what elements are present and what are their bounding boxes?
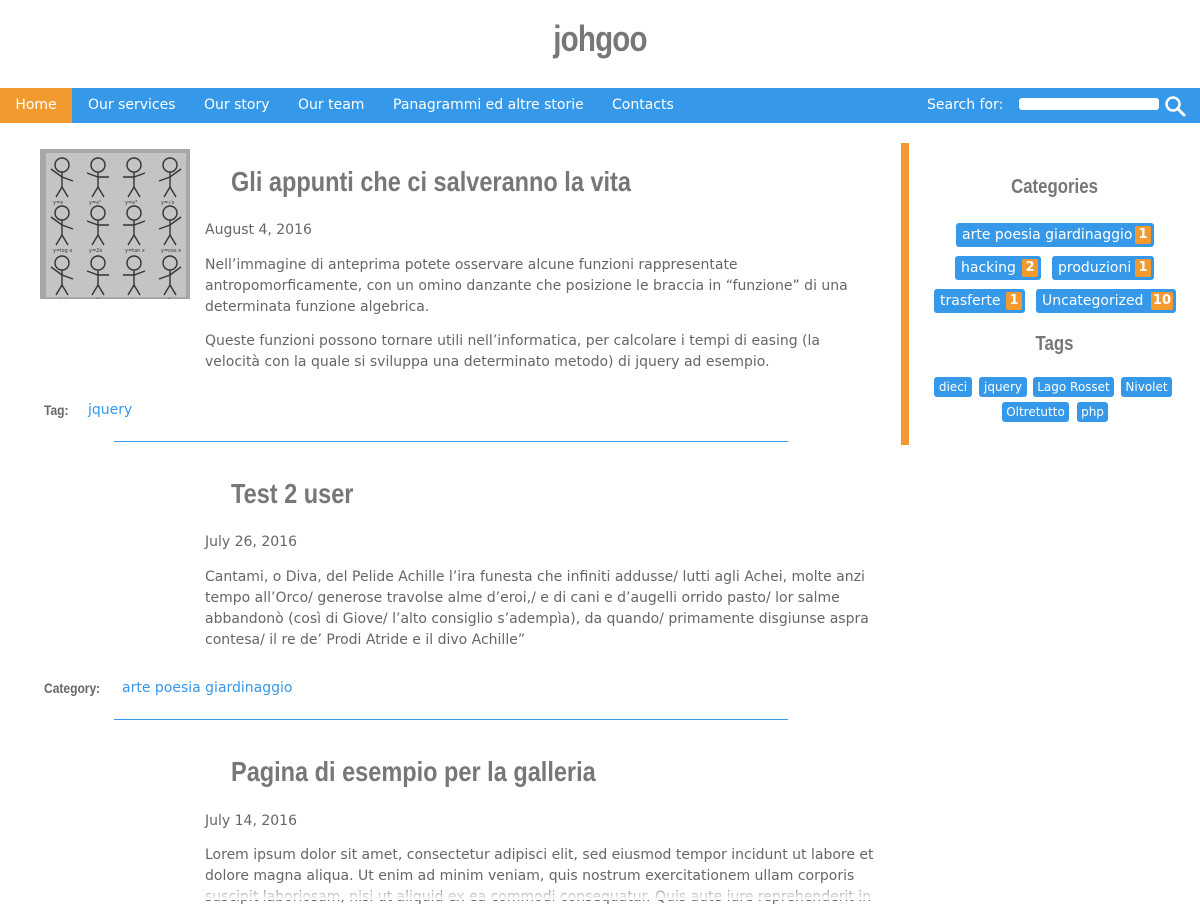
nav-item-our-services[interactable]: Our services — [88, 88, 176, 123]
post-title[interactable]: Gli appunti che ci salveranno la vita — [231, 166, 631, 198]
category-pill[interactable]: hacking 2 — [955, 256, 1041, 280]
post-date: August 4, 2016 — [205, 222, 312, 238]
tag-pill[interactable]: Oltretutto — [1002, 402, 1069, 422]
category-count-badge: 10 — [1150, 292, 1173, 310]
thumbnail-function-label: y=2x — [89, 248, 102, 254]
post-divider — [114, 719, 788, 720]
thumbnail-function-label: y=log x — [53, 248, 72, 254]
tags-heading: Tags — [1035, 333, 1074, 355]
category-name: trasferte — [940, 293, 1001, 309]
thumbnail-function-label: y=cos x — [161, 248, 181, 254]
category-pill[interactable]: trasferte 1 — [934, 289, 1025, 313]
thumbnail-function-label: y=x² — [89, 200, 101, 206]
nav-item-our-team[interactable]: Our team — [298, 88, 364, 123]
tag-pill[interactable]: Nivolet — [1121, 377, 1172, 397]
tag-pill[interactable]: Lago Rosset — [1033, 377, 1114, 397]
post-date: July 14, 2016 — [205, 813, 297, 829]
tag-pill[interactable]: jquery — [979, 377, 1027, 397]
post-title[interactable]: Pagina di esempio per la galleria — [231, 756, 596, 788]
tag-pill[interactable]: php — [1077, 402, 1108, 422]
category-name: arte poesia giardinaggio — [962, 227, 1133, 243]
post-category-link[interactable]: arte poesia giardinaggio — [122, 680, 293, 696]
category-count-badge: 1 — [1135, 259, 1151, 277]
thumbnail-function-label: y=|x| — [53, 298, 67, 299]
category-name: hacking — [961, 260, 1016, 276]
nav-item-home[interactable]: Home — [0, 88, 72, 123]
thumbnail-function-label: y=x — [53, 200, 63, 206]
thumbnail-function-label: y=tan x — [125, 248, 145, 254]
thumbnail-function-label: y=1/x — [89, 298, 104, 299]
post-paragraph: Queste funzioni possono tornare utili ne… — [205, 333, 820, 370]
sidebar-accent-bar — [901, 143, 909, 445]
post-divider — [114, 441, 788, 442]
post-paragraph: Nell’immagine di anteprima potete osserv… — [205, 257, 848, 315]
thumbnail-function-label: y=ln x — [125, 298, 141, 299]
category-pill[interactable]: Uncategorized 10 — [1036, 289, 1176, 313]
category-count-badge: 1 — [1135, 226, 1151, 244]
post-tag-link[interactable]: jquery — [88, 402, 132, 418]
search-icon[interactable] — [1164, 95, 1186, 117]
main-navigation: Home Our services Our story Our team Pan… — [0, 88, 1200, 123]
categories-heading: Categories — [1011, 176, 1098, 198]
post-date: July 26, 2016 — [205, 534, 297, 550]
category-name: produzioni — [1058, 260, 1132, 276]
thumbnail-function-label: y=x³ — [125, 200, 137, 206]
search-label: Search for: — [927, 97, 1004, 113]
post-title[interactable]: Test 2 user — [231, 478, 353, 510]
category-pill[interactable]: arte poesia giardinaggio 1 — [956, 223, 1154, 247]
post-paragraph: Cantami, o Diva, del Pelide Achille l’ir… — [205, 569, 869, 648]
category-name: Uncategorized — [1042, 293, 1144, 309]
post-thumbnail-image[interactable]: y=x y=x² y=x³ y=√x y=log x y=2x y=tan x y=cos x… — [40, 149, 190, 299]
nav-item-our-story[interactable]: Our story — [204, 88, 270, 123]
category-count-badge: 2 — [1022, 259, 1038, 277]
category-count-badge: 1 — [1006, 292, 1022, 310]
post-tag-label: Tag: — [44, 402, 69, 418]
nav-item-contacts[interactable]: Contacts — [612, 88, 674, 123]
site-title[interactable]: johgoo — [108, 18, 1092, 60]
thumbnail-function-label: y=√x — [161, 200, 174, 206]
tag-pill[interactable]: dieci — [934, 377, 972, 397]
post-category-label: Category: — [44, 680, 101, 696]
content-fade — [0, 885, 1200, 900]
search-input[interactable] — [1019, 98, 1159, 110]
thumbnail-function-label: y=1 — [161, 298, 171, 299]
category-pill[interactable]: produzioni 1 — [1052, 256, 1154, 280]
nav-item-panagrammi[interactable]: Panagrammi ed altre storie — [393, 88, 584, 123]
